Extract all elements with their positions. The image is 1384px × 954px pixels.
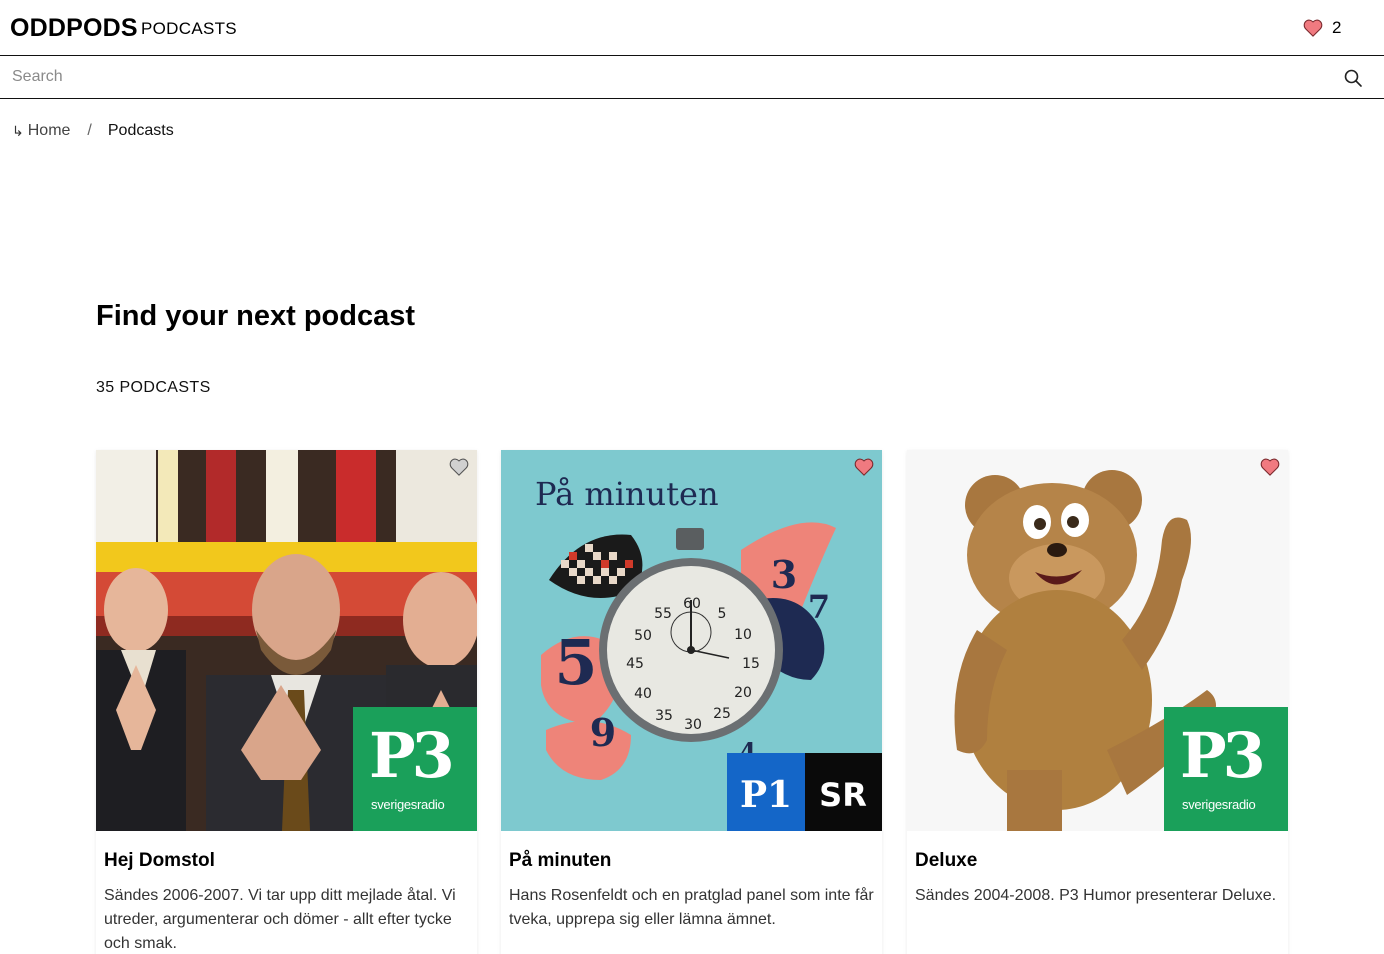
podcast-cover-image: På minuten 60 5 10 15 20 25 30 35 40 45 …: [501, 450, 882, 831]
p3-logo-text: P3: [369, 719, 455, 792]
p1-logo-text: P1: [740, 774, 792, 816]
sr-logo-text: SR: [819, 776, 867, 814]
search-bar: [0, 56, 1384, 99]
podcast-title[interactable]: Hej Domstol: [104, 850, 215, 872]
favorite-heart-icon[interactable]: [854, 458, 874, 476]
search-input[interactable]: [0, 56, 1330, 98]
p3-logo-subtext: sverigesradio: [1182, 797, 1256, 812]
cover-art-stopwatch: På minuten 60 5 10 15 20 25 30 35 40 45 …: [501, 450, 882, 831]
podcast-card-deluxe[interactable]: P3 sverigesradio Deluxe Sändes 2004-2008…: [907, 450, 1288, 954]
dial-number: 30: [684, 717, 702, 733]
podcast-title[interactable]: På minuten: [509, 850, 611, 872]
dial-number: 15: [742, 656, 760, 672]
favorite-heart-icon[interactable]: [1260, 458, 1280, 476]
favorite-heart-icon[interactable]: [449, 458, 469, 476]
dial-number: 55: [654, 606, 672, 622]
favorites-count: 2: [1332, 18, 1342, 37]
top-bar: ODDPODS PODCASTS 2: [0, 0, 1384, 56]
flag-number: 7: [808, 588, 830, 626]
cover-title-text: På minuten: [535, 475, 719, 513]
dial-number: 10: [734, 627, 752, 643]
podcast-description: Sändes 2004-2008. P3 Humor presenterar D…: [915, 887, 1277, 904]
page-title: Find your next podcast: [96, 300, 416, 332]
p3-sveriges-radio-logo: P3 sverigesradio: [353, 707, 477, 831]
dial-number: 40: [634, 686, 652, 702]
podcast-card-hej-domstol[interactable]: P3 sverigesradio Hej Domstol Sändes 2006…: [96, 450, 477, 954]
flag-number: 9: [590, 710, 616, 755]
return-arrow-icon: ↳: [12, 122, 24, 139]
p3-sveriges-radio-logo: P3 sverigesradio: [1164, 707, 1288, 831]
dial-number: 45: [626, 656, 644, 672]
site-logo[interactable]: ODDPODS: [10, 14, 138, 43]
dial-number: 35: [655, 708, 673, 724]
breadcrumb-current: Podcasts: [107, 122, 174, 139]
podcast-description: Sändes 2006-2007. Vi tar upp ditt mejlad…: [104, 887, 456, 952]
heart-icon: [1303, 19, 1323, 37]
podcast-cover-image: P3 sverigesradio: [907, 450, 1288, 831]
dial-number: 5: [718, 606, 727, 622]
podcast-card-pa-minuten[interactable]: På minuten 60 5 10 15 20 25 30 35 40 45 …: [501, 450, 882, 954]
flag-number: 3: [771, 552, 797, 597]
search-icon[interactable]: [1343, 68, 1363, 88]
podcast-cover-image: P3 sverigesradio: [96, 450, 477, 831]
p3-logo-subtext: sverigesradio: [371, 797, 445, 812]
podcast-title[interactable]: Deluxe: [915, 850, 977, 872]
flag-number: 5: [554, 626, 597, 699]
dial-number: 20: [734, 685, 752, 701]
podcast-description: Hans Rosenfeldt och en pratglad panel so…: [509, 887, 874, 928]
breadcrumb: ↳ Home / Podcasts: [12, 122, 174, 140]
breadcrumb-separator: /: [87, 122, 92, 139]
dial-number: 25: [713, 706, 731, 722]
dial-number: 50: [634, 628, 652, 644]
nav-podcasts-link[interactable]: PODCASTS: [141, 19, 237, 39]
podcast-count: 35 PODCASTS: [96, 379, 211, 396]
breadcrumb-home-link[interactable]: Home: [28, 122, 71, 140]
p3-logo-text: P3: [1180, 719, 1266, 792]
favorites-button[interactable]: 2: [1303, 18, 1341, 38]
dial-number: 60: [683, 596, 701, 612]
